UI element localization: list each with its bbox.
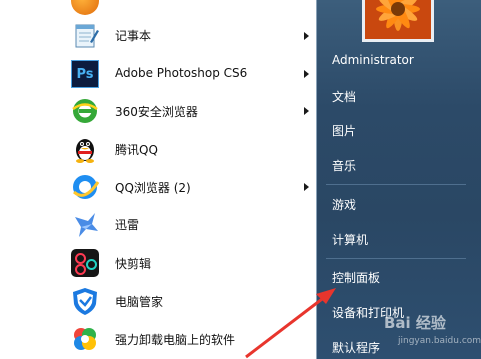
annotation-arrow: [245, 288, 336, 359]
watermark: Bai 经验: [384, 314, 446, 332]
watermark-url: jingyan.baidu.com: [398, 336, 481, 346]
